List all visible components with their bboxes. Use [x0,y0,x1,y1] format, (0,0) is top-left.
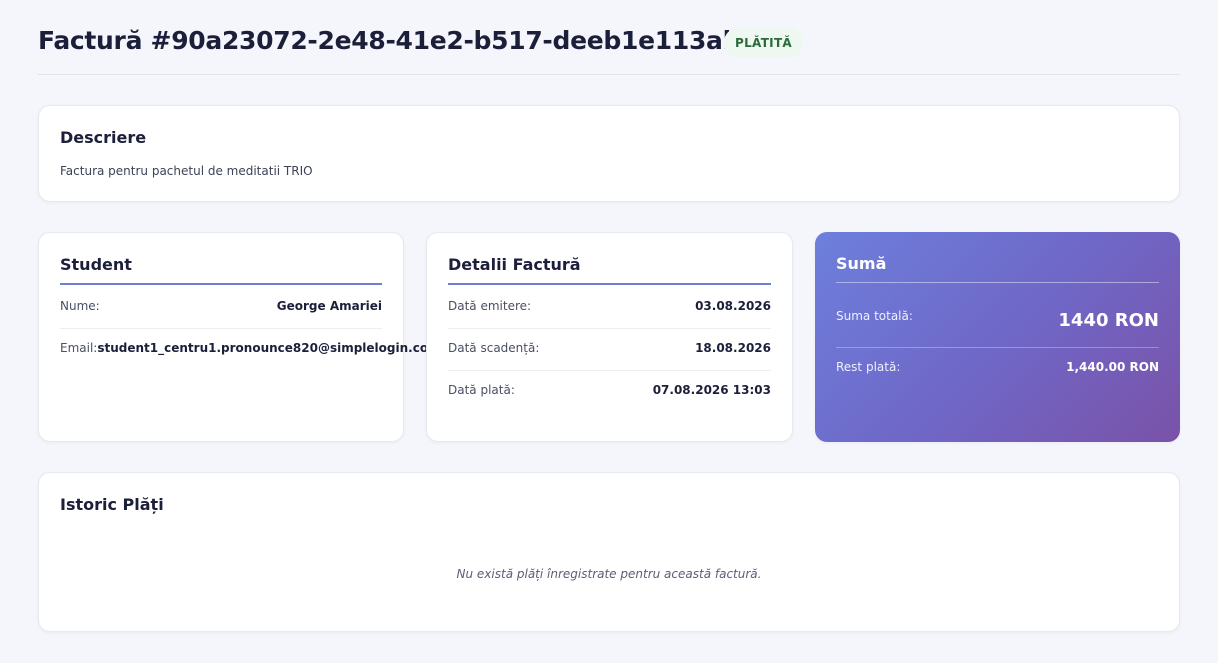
page-title: Factură #90a23072-2e48-41e2-b517-deeb1e1… [38,26,758,55]
payment-date-label: Dată plată: [448,383,515,397]
payment-history-title: Istoric Plăți [60,495,164,514]
total-amount-row: Suma totală: 1440 RON [836,300,1159,348]
student-email-text: Email:student1_centru1.pronounce820@simp… [60,341,441,355]
due-date-row: Dată scadență: 18.08.2026 [448,328,771,371]
issue-date-label: Dată emitere: [448,299,532,313]
payment-date-row: Dată plată: 07.08.2026 13:03 [448,370,771,412]
total-amount-label: Suma totală: [836,309,913,323]
remaining-amount-label: Rest plată: [836,360,901,374]
student-name-row: Nume: George Amariei [60,286,382,329]
student-name-value: George Amariei [276,299,382,313]
issue-date-row: Dată emitere: 03.08.2026 [448,286,771,329]
amount-card: Sumă Suma totală: 1440 RON Rest plată: 1… [815,232,1180,442]
student-card: Student Nume: George Amariei Email:stude… [38,232,441,442]
student-email-row: Email:student1_centru1.pronounce820@simp… [60,328,441,370]
details-section-header: Detalii Factură [448,255,771,285]
due-date-value: 18.08.2026 [695,341,771,355]
description-text: Factura pentru pachetul de meditatii TRI… [60,164,313,178]
due-date-label: Dată scadență: [448,341,540,355]
amount-section-header: Sumă [836,254,1159,283]
total-amount-value: 1440 RON [1058,310,1159,331]
student-name-label: Nume: [60,299,100,313]
student-email-value: student1_centru1.pronounce820@simplelogi… [97,341,441,355]
issue-date-value: 03.08.2026 [695,299,771,313]
details-title: Detalii Factură [448,255,581,274]
status-badge: PLĂTITĂ [724,28,804,58]
description-card: Descriere Factura pentru pachetul de med… [38,105,1180,202]
remaining-amount-row: Rest plată: 1,440.00 RON [836,348,1159,384]
remaining-amount-value: 1,440.00 RON [1066,360,1159,374]
description-title: Descriere [60,128,147,147]
student-section-header: Student [60,255,382,285]
page-header: Factură #90a23072-2e48-41e2-b517-deeb1e1… [38,26,1180,75]
invoice-page: Factură #90a23072-2e48-41e2-b517-deeb1e1… [0,0,1218,663]
payment-date-value: 07.08.2026 13:03 [652,383,771,397]
amount-title: Sumă [836,254,887,273]
payment-history-card: Istoric Plăți Nu există plăți înregistra… [38,472,1180,632]
student-title: Student [60,255,132,274]
invoice-details-card: Detalii Factură Dată emitere: 03.08.2026… [426,232,793,442]
student-email-label: Email: [60,341,98,355]
payment-history-empty-message: Nu există plăți înregistrate pentru acea… [456,567,762,581]
